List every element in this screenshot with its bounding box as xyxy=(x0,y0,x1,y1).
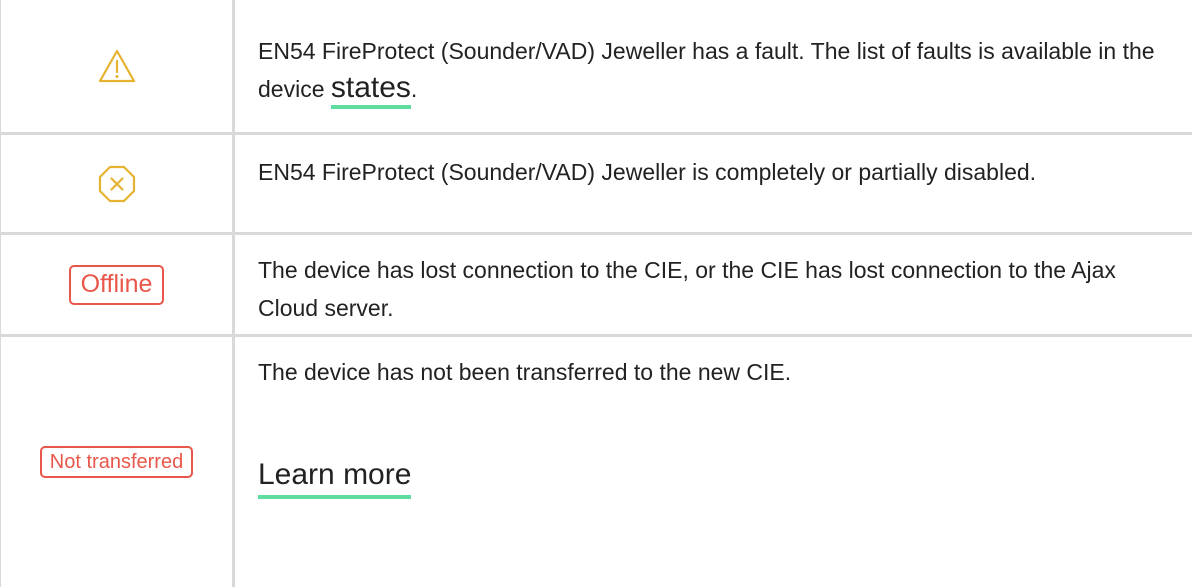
table-row: Not transferred The device has not been … xyxy=(1,337,1192,587)
table-row: EN54 FireProtect (Sounder/VAD) Jeweller … xyxy=(1,135,1192,235)
icon-cell: Not transferred xyxy=(1,337,235,587)
disabled-octagon-x-icon xyxy=(98,165,135,202)
status-table: EN54 FireProtect (Sounder/VAD) Jeweller … xyxy=(0,0,1192,587)
row-description: The device has not been transferred to t… xyxy=(258,359,792,385)
states-link[interactable]: states xyxy=(330,71,411,109)
icon-cell xyxy=(1,135,235,232)
row-description: The device has lost connection to the CI… xyxy=(258,257,1116,321)
offline-badge: Offline xyxy=(68,264,165,305)
icon-cell xyxy=(1,0,235,132)
description-cell: The device has lost connection to the CI… xyxy=(258,235,1173,334)
icon-cell: Offline xyxy=(1,235,235,334)
row-description: EN54 FireProtect (Sounder/VAD) Jeweller … xyxy=(258,32,1173,109)
not-transferred-badge: Not transferred xyxy=(39,446,194,478)
description-suffix: . xyxy=(410,76,418,102)
table-row: Offline The device has lost connection t… xyxy=(1,235,1192,337)
learn-more-link[interactable]: Learn more xyxy=(258,457,412,499)
table-row: EN54 FireProtect (Sounder/VAD) Jeweller … xyxy=(1,0,1192,135)
description-cell: EN54 FireProtect (Sounder/VAD) Jeweller … xyxy=(258,0,1173,132)
warning-triangle-icon xyxy=(98,49,135,83)
row-description: EN54 FireProtect (Sounder/VAD) Jeweller … xyxy=(258,159,1037,185)
description-cell: The device has not been transferred to t… xyxy=(258,337,1173,587)
description-cell: EN54 FireProtect (Sounder/VAD) Jeweller … xyxy=(258,135,1173,232)
